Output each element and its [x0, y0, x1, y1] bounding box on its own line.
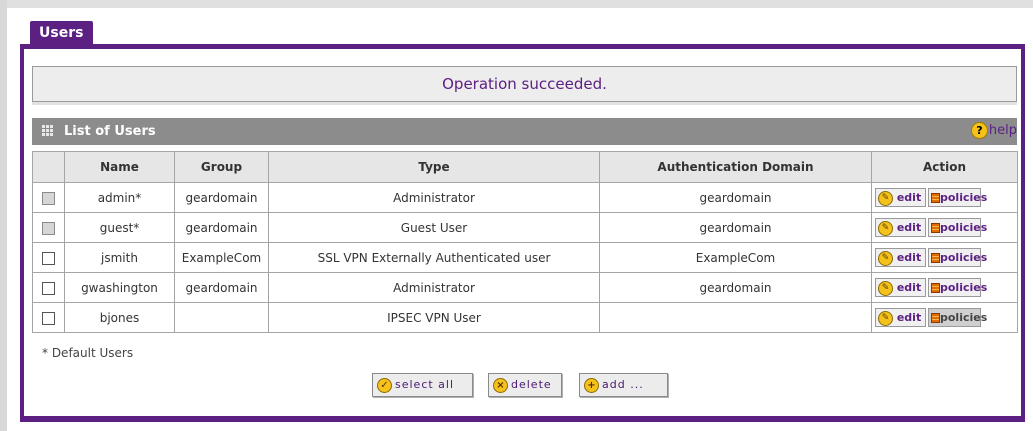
table-row: jsmith ExampleCom SSL VPN Externally Aut…	[32, 242, 1018, 273]
tab-users[interactable]: Users	[30, 21, 93, 47]
policy-list-icon	[931, 253, 940, 263]
user-auth-domain: ExampleCom	[599, 242, 872, 273]
pencil-icon: ✎	[878, 190, 893, 206]
user-type: Guest User	[268, 212, 600, 243]
policies-button[interactable]: policies	[928, 248, 987, 267]
user-group	[174, 302, 269, 333]
delete-label: delete	[511, 378, 552, 391]
window-left-border	[0, 0, 7, 431]
edit-label: edit	[896, 191, 922, 204]
pencil-icon: ✎	[878, 220, 893, 236]
user-group: geardomain	[174, 212, 269, 243]
edit-label: edit	[896, 251, 922, 264]
users-table: Name Group Type Authentication Domain Ac…	[32, 151, 1018, 333]
help-icon[interactable]: ?	[970, 122, 988, 139]
user-type: Administrator	[268, 182, 600, 213]
row-checkbox[interactable]	[42, 281, 55, 295]
col-name: Name	[64, 151, 175, 183]
window-top-border	[0, 0, 1033, 8]
col-action: Action	[871, 151, 1018, 183]
policies-button[interactable]: policies	[928, 308, 987, 327]
status-message-shadow	[32, 102, 1017, 105]
check-circle-icon: ✓	[377, 377, 392, 393]
user-auth-domain: geardomain	[599, 182, 872, 213]
edit-button[interactable]: ✎ edit	[875, 278, 926, 297]
grid-icon	[42, 125, 53, 136]
user-group: geardomain	[174, 182, 269, 213]
action-cell: ✎ edit policies	[871, 272, 1018, 303]
edit-label: edit	[896, 281, 922, 294]
user-auth-domain	[599, 302, 872, 333]
user-type: Administrator	[268, 272, 600, 303]
policy-list-icon	[931, 193, 940, 203]
policy-list-icon	[931, 223, 940, 233]
policies-label: policies	[940, 251, 988, 264]
pencil-icon: ✎	[878, 280, 893, 296]
col-select	[32, 151, 65, 183]
pencil-icon: ✎	[878, 310, 893, 326]
add-button[interactable]: + add ...	[579, 373, 668, 397]
delete-button[interactable]: × delete	[488, 373, 562, 397]
add-label: add ...	[602, 378, 644, 391]
table-row: gwashington geardomain Administrator gea…	[32, 272, 1018, 303]
col-type: Type	[268, 151, 600, 183]
user-name: guest*	[64, 212, 175, 243]
help-label[interactable]: help	[989, 123, 1017, 138]
row-checkbox	[42, 191, 55, 205]
table-row: guest* geardomain Guest User geardomain …	[32, 212, 1018, 243]
user-auth-domain: geardomain	[599, 272, 872, 303]
select-all-button[interactable]: ✓ select all	[372, 373, 473, 397]
policy-list-icon	[931, 283, 940, 293]
user-name: bjones	[64, 302, 175, 333]
user-name: gwashington	[64, 272, 175, 303]
policies-label: policies	[940, 281, 988, 294]
user-name: jsmith	[64, 242, 175, 273]
policies-button[interactable]: policies	[928, 278, 987, 297]
edit-button[interactable]: ✎ edit	[875, 248, 926, 267]
status-message: Operation succeeded.	[32, 66, 1017, 102]
action-cell: ✎ edit policies	[871, 302, 1018, 333]
row-checkbox	[42, 221, 55, 235]
x-circle-icon: ×	[493, 377, 508, 393]
row-select-cell	[32, 272, 65, 303]
policies-label: policies	[940, 221, 988, 234]
row-checkbox[interactable]	[42, 251, 55, 265]
list-of-users-header: List of Users ? help	[32, 118, 1017, 145]
policies-button[interactable]: policies	[928, 218, 987, 237]
pencil-icon: ✎	[878, 250, 893, 266]
edit-label: edit	[896, 221, 922, 234]
user-auth-domain: geardomain	[599, 212, 872, 243]
user-group: geardomain	[174, 272, 269, 303]
default-users-footnote: * Default Users	[42, 346, 134, 360]
policies-label: policies	[940, 191, 988, 204]
action-cell: ✎ edit policies	[871, 242, 1018, 273]
user-name: admin*	[64, 182, 175, 213]
col-auth-domain: Authentication Domain	[599, 151, 872, 183]
edit-button[interactable]: ✎ edit	[875, 188, 926, 207]
list-title: List of Users	[64, 124, 156, 139]
action-cell: ✎ edit policies	[871, 212, 1018, 243]
row-select-cell	[32, 302, 65, 333]
edit-button[interactable]: ✎ edit	[875, 218, 926, 237]
user-type: IPSEC VPN User	[268, 302, 600, 333]
user-type: SSL VPN Externally Authenticated user	[268, 242, 600, 273]
user-group: ExampleCom	[174, 242, 269, 273]
row-checkbox[interactable]	[42, 311, 55, 325]
policy-list-icon	[931, 313, 940, 323]
table-row: bjones IPSEC VPN User ✎ edit policies	[32, 302, 1018, 333]
policies-button[interactable]: policies	[928, 188, 987, 207]
help-link[interactable]: ? help	[970, 122, 1017, 139]
row-select-cell	[32, 242, 65, 273]
select-all-label: select all	[395, 378, 455, 391]
col-group: Group	[174, 151, 269, 183]
action-cell: ✎ edit policies	[871, 182, 1018, 213]
edit-button[interactable]: ✎ edit	[875, 308, 926, 327]
row-select-cell	[32, 212, 65, 243]
table-header-row: Name Group Type Authentication Domain Ac…	[32, 151, 1018, 183]
policies-label: policies	[940, 311, 988, 324]
plus-circle-icon: +	[584, 377, 599, 393]
edit-label: edit	[896, 311, 922, 324]
table-row: admin* geardomain Administrator geardoma…	[32, 182, 1018, 213]
row-select-cell	[32, 182, 65, 213]
